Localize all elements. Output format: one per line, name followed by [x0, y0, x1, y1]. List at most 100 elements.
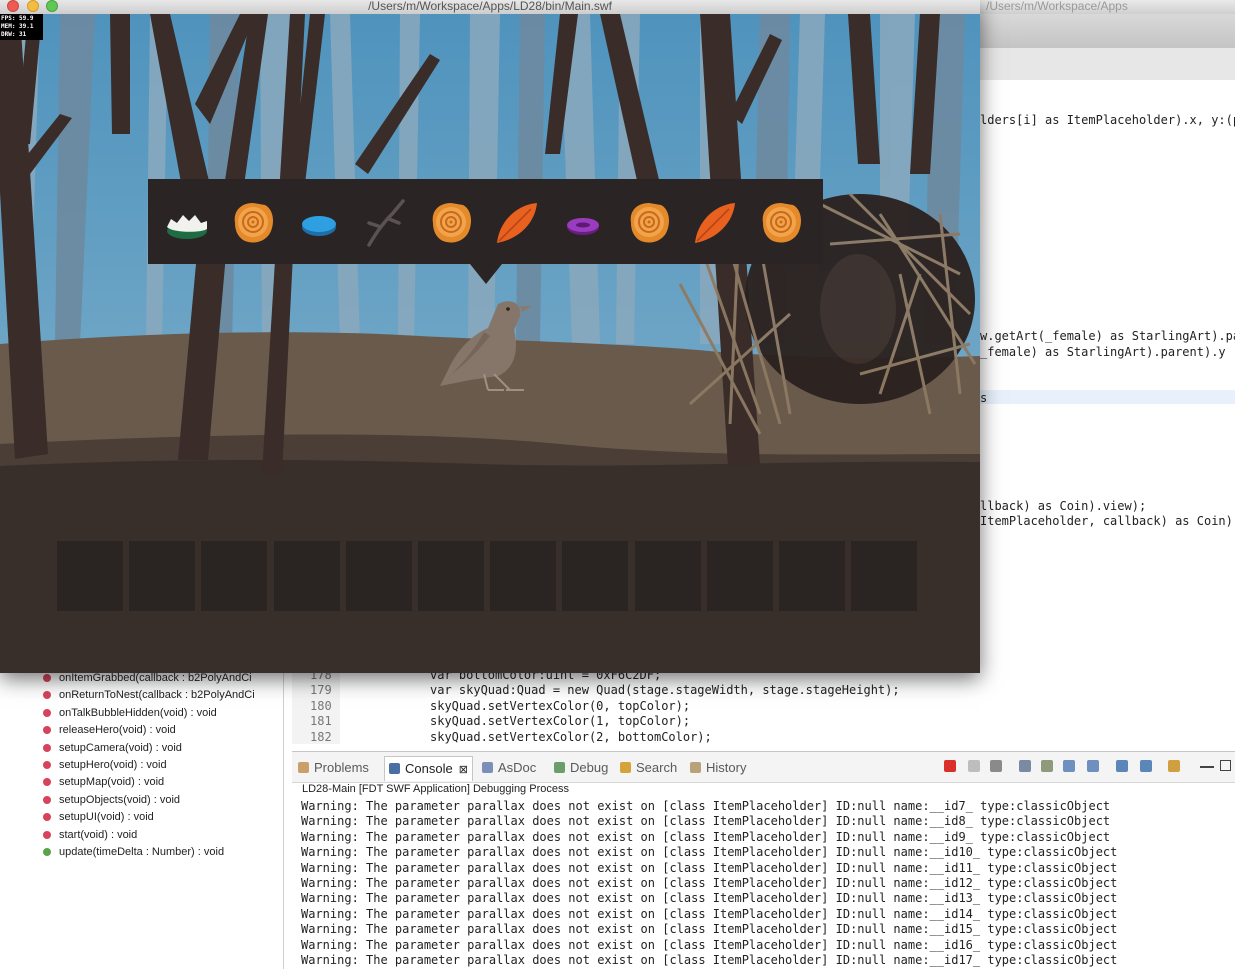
perf-stat: MEM: 39.1	[1, 23, 34, 30]
outline-item[interactable]: setupUI(void) : void	[43, 809, 154, 826]
wood-log-icon	[762, 203, 801, 243]
inventory-item[interactable]	[491, 197, 543, 249]
inventory-slot[interactable]	[851, 541, 918, 611]
outline-item[interactable]: onTalkBubbleHidden(void) : void	[43, 705, 217, 722]
inventory-slot[interactable]	[201, 541, 268, 611]
inventory-slot[interactable]	[634, 541, 701, 611]
code-line: s	[980, 391, 988, 405]
private-method-icon	[43, 691, 51, 700]
clear-console-icon[interactable]	[1019, 760, 1031, 772]
word-wrap-icon[interactable]	[1087, 760, 1099, 772]
history-icon	[690, 762, 701, 773]
display-console-icon[interactable]	[1140, 760, 1152, 772]
inventory-slot[interactable]	[490, 541, 557, 611]
console-line: Warning: The parameter parallax does not…	[301, 829, 1111, 844]
outline-item[interactable]: setupObjects(void) : void	[43, 792, 180, 809]
outline-item[interactable]: onReturnToNest(callback : b2PolyAndCi	[43, 687, 255, 704]
inventory-item[interactable]	[755, 197, 807, 249]
inventory-item[interactable]	[689, 197, 741, 249]
console-output[interactable]: Warning: The parameter parallax does not…	[301, 799, 1117, 968]
remove-launch-icon[interactable]	[968, 760, 980, 772]
code-line: llback) as Coin).view);	[980, 499, 1147, 513]
console-line: Warning: The parameter parallax does not…	[301, 860, 1118, 875]
tab-label: History	[706, 760, 747, 775]
minimize-icon[interactable]	[1200, 766, 1214, 768]
tab-label: Debug	[570, 760, 609, 775]
console-line: Warning: The parameter parallax does not…	[301, 814, 1111, 829]
console-line: Warning: The parameter parallax does not…	[301, 906, 1118, 921]
inventory-slot[interactable]	[273, 541, 340, 611]
code-editor-right[interactable]: lders[i] as ItemPlaceholder).x, y:(p w.g…	[980, 80, 1235, 680]
private-method-icon	[43, 830, 51, 839]
outline-item-label: onTalkBubbleHidden(void) : void	[59, 706, 217, 719]
private-method-icon	[43, 813, 51, 822]
bubble-pointer	[470, 264, 502, 284]
inventory-item[interactable]	[161, 197, 213, 249]
inventory-slot[interactable]	[779, 541, 845, 611]
editor-tab-bar	[980, 48, 1235, 81]
tab-search[interactable]: Search	[620, 758, 677, 778]
code-line: ItemPlaceholder, callback) as Coin).	[980, 514, 1235, 528]
console-icon	[389, 763, 400, 774]
private-method-icon	[43, 778, 51, 787]
outline-item[interactable]: start(void) : void	[43, 827, 137, 844]
debug-icon	[554, 762, 565, 773]
outline-item-label: setupCamera(void) : void	[59, 741, 182, 754]
outline-item[interactable]: onItemGrabbed(callback : b2PolyAndCi	[43, 672, 252, 687]
new-console-icon[interactable]	[1168, 760, 1180, 772]
ide-toolbar	[980, 14, 1235, 49]
private-method-icon	[43, 708, 51, 717]
inventory-slot[interactable]	[418, 541, 484, 611]
inventory-slot[interactable]	[345, 541, 412, 611]
game-window: /Users/m/Workspace/Apps/LD28/bin/Main.sw…	[0, 0, 980, 673]
outline-item-label: setupMap(void) : void	[59, 776, 165, 789]
inventory-item[interactable]	[293, 197, 345, 249]
tab-console[interactable]: Console ⊠	[384, 756, 473, 781]
inventory-bubble	[148, 179, 823, 264]
inventory-slot[interactable]	[706, 541, 773, 611]
open-console-icon[interactable]	[1116, 760, 1128, 772]
inventory-slot[interactable]	[57, 541, 123, 611]
inventory-item[interactable]	[557, 197, 609, 249]
tab-problems[interactable]: Problems	[298, 758, 369, 778]
outline-item-label: onItemGrabbed(callback : b2PolyAndCi	[59, 672, 252, 684]
perf-stats-overlay: FPS: 59.9 MEM: 39.1 DRW: 31	[0, 14, 43, 40]
inventory-item[interactable]	[623, 197, 675, 249]
outline-item-label: start(void) : void	[59, 828, 138, 841]
pin-console-icon[interactable]	[1063, 760, 1075, 772]
scroll-lock-icon[interactable]	[1041, 760, 1053, 772]
outline-item[interactable]: update(timeDelta : Number) : void	[43, 844, 224, 861]
perf-stat: DRW: 31	[1, 31, 27, 38]
inventory-item[interactable]	[425, 197, 477, 249]
outline-item[interactable]: setupCamera(void) : void	[43, 740, 182, 757]
remove-all-icon[interactable]	[990, 760, 1002, 772]
line-number: 178	[310, 672, 332, 682]
line-number: 182	[310, 729, 332, 744]
line-number: 181	[310, 714, 332, 729]
outline-item-label: update(timeDelta : Number) : void	[59, 846, 225, 858]
tab-debug[interactable]: Debug	[554, 758, 608, 778]
inventory-item[interactable]	[359, 197, 411, 249]
inventory-slot[interactable]	[562, 541, 629, 611]
code-line: _female) as StarlingArt).parent).y -	[980, 345, 1235, 359]
orange-leaf-icon	[497, 203, 537, 243]
outline-item[interactable]: releaseHero(void) : void	[43, 722, 176, 739]
maximize-icon[interactable]	[1220, 760, 1231, 771]
code-editor[interactable]: 178 179 180 181 182 var bottomColor:uint = 0…	[292, 672, 1235, 744]
outline-item[interactable]: setupHero(void) : void	[43, 757, 167, 774]
twig-icon	[367, 199, 405, 247]
inventory-slot[interactable]	[129, 541, 196, 611]
inventory-item[interactable]	[227, 197, 279, 249]
code-line: skyQuad.setVertexColor(0, topColor);	[430, 698, 691, 713]
terminate-icon[interactable]	[944, 760, 956, 772]
close-tab-icon[interactable]: ⊠	[459, 764, 468, 776]
game-titlebar: /Users/m/Workspace/Apps/LD28/bin/Main.sw…	[0, 0, 980, 14]
code-line: var bottomColor:uint = 0xF6C2DF;	[430, 672, 662, 682]
tab-asdoc[interactable]: AsDoc	[482, 758, 536, 778]
console-line: Warning: The parameter parallax does not…	[301, 922, 1118, 937]
tab-label: Search	[636, 760, 678, 775]
outline-item[interactable]: setupMap(void) : void	[43, 774, 164, 791]
tab-history[interactable]: History	[690, 758, 746, 778]
console-line: Warning: The parameter parallax does not…	[301, 937, 1118, 952]
line-number: 180	[310, 698, 332, 713]
